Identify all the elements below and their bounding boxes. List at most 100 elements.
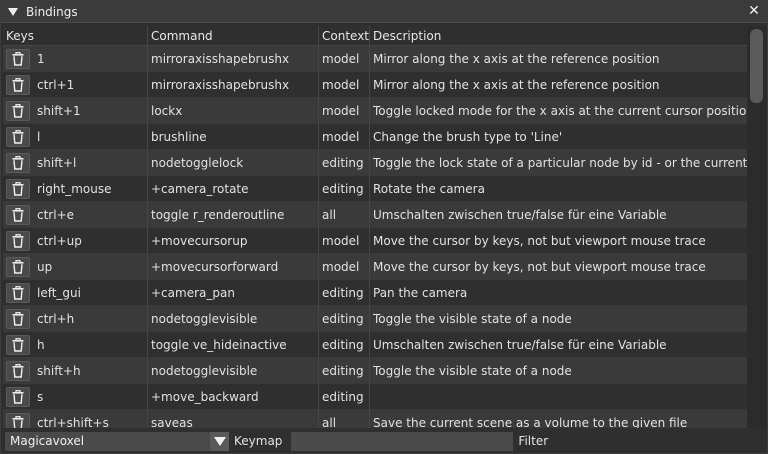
header-command[interactable]: Command xyxy=(148,26,319,46)
trash-icon xyxy=(12,181,24,196)
cell-context: all xyxy=(319,409,370,428)
cell-keys: left_gui xyxy=(3,279,148,306)
triangle-down-icon xyxy=(213,436,226,446)
keys-value: l xyxy=(37,129,41,144)
trash-icon xyxy=(12,51,24,66)
delete-binding-button[interactable] xyxy=(6,74,30,95)
trash-icon xyxy=(12,389,24,404)
trash-icon xyxy=(12,129,24,144)
cell-command: brushline xyxy=(148,123,319,150)
table-row[interactable]: s +move_backward editing xyxy=(3,383,747,410)
keys-value: 1 xyxy=(37,51,45,66)
trash-icon xyxy=(12,233,24,248)
cell-command: +camera_rotate xyxy=(148,175,319,202)
cell-description: Pan the camera xyxy=(373,285,468,300)
table-row[interactable]: l brushline model Change the brush type to … xyxy=(3,123,747,150)
keymap-selected-value: Magicavoxel xyxy=(10,434,85,448)
keys-value: shift+h xyxy=(37,363,81,378)
window-title: Bindings xyxy=(26,4,78,19)
delete-binding-button[interactable] xyxy=(6,152,30,173)
cell-keys: up xyxy=(3,253,148,280)
collapse-triangle-icon[interactable] xyxy=(8,7,18,16)
delete-binding-button[interactable] xyxy=(6,386,30,407)
table-row[interactable]: ctrl+up +movecursorup model Move the cursor… xyxy=(3,227,747,254)
cell-keys: h xyxy=(3,331,148,358)
cell-keys: ctrl+shift+s xyxy=(3,409,148,428)
delete-binding-button[interactable] xyxy=(6,126,30,147)
trash-icon xyxy=(12,259,24,274)
delete-binding-button[interactable] xyxy=(6,178,30,199)
cell-description xyxy=(370,384,747,410)
table-row[interactable]: shift+1 lockx model Toggle locked mode for … xyxy=(3,97,747,124)
table-row[interactable]: 1 mirroraxisshapebrushx model Mirror along … xyxy=(3,45,747,72)
keys-value: ctrl+h xyxy=(37,311,75,326)
trash-icon xyxy=(12,311,24,326)
table-row[interactable]: left_gui +camera_pan editing Pan the camera xyxy=(3,279,747,306)
cell-command: saveas xyxy=(148,409,319,428)
cell-keys: shift+h xyxy=(3,357,148,384)
header-description[interactable]: Description xyxy=(370,26,747,46)
trash-icon xyxy=(12,363,24,378)
table-row[interactable]: shift+l nodetogglelock editing Toggle the l… xyxy=(3,149,747,176)
cell-context: all xyxy=(319,201,370,228)
keys-value: up xyxy=(37,259,53,274)
scrollbar-thumb[interactable] xyxy=(750,29,763,103)
cell-description: Toggle locked mode for the x axis at the… xyxy=(373,103,747,118)
cell-command: +movecursorforward xyxy=(148,253,319,280)
cell-command: +movecursorup xyxy=(148,227,319,254)
keymap-label: Keymap xyxy=(234,434,283,448)
cell-command: nodetogglelock xyxy=(148,149,319,176)
window-titlebar[interactable]: Bindings ✕ xyxy=(1,1,767,23)
cell-context: editing xyxy=(319,279,370,306)
cell-keys: ctrl+1 xyxy=(3,71,148,98)
cell-context: editing xyxy=(319,305,370,332)
keys-value: left_gui xyxy=(37,285,81,300)
delete-binding-button[interactable] xyxy=(6,412,30,428)
close-icon[interactable]: ✕ xyxy=(747,4,761,18)
keys-value: shift+1 xyxy=(37,103,81,118)
keymap-dropdown[interactable]: Magicavoxel xyxy=(5,431,229,451)
table-row[interactable]: h toggle ve_hideinactive editing Umschalten… xyxy=(3,331,747,358)
cell-context: model xyxy=(319,227,370,254)
delete-binding-button[interactable] xyxy=(6,48,30,69)
cell-description: Toggle the visible state of a node xyxy=(373,311,572,326)
table-scrollbar[interactable] xyxy=(747,26,767,428)
table-row[interactable]: ctrl+1 mirroraxisshapebrushx model Mirror a… xyxy=(3,71,747,98)
table-row[interactable]: shift+h nodetogglevisible editing Toggle th… xyxy=(3,357,747,384)
cell-description: Save the current scene as a volume to th… xyxy=(373,415,688,429)
cell-description: Move the cursor by keys, not but viewpor… xyxy=(373,233,706,248)
header-keys[interactable]: Keys xyxy=(3,26,148,46)
cell-context: editing xyxy=(319,383,370,410)
cell-keys: s xyxy=(3,383,148,410)
trash-icon xyxy=(12,285,24,300)
delete-binding-button[interactable] xyxy=(6,100,30,121)
dropdown-button[interactable] xyxy=(210,431,229,451)
delete-binding-button[interactable] xyxy=(6,308,30,329)
cell-command: mirroraxisshapebrushx xyxy=(148,71,319,98)
delete-binding-button[interactable] xyxy=(6,360,30,381)
delete-binding-button[interactable] xyxy=(6,204,30,225)
keys-value: h xyxy=(37,337,45,352)
table-header: Keys Command Context Description xyxy=(3,26,747,46)
table-row[interactable]: ctrl+shift+s saveas all Save the current sc… xyxy=(3,409,747,429)
table-row[interactable]: up +movecursorforward model Move the cursor… xyxy=(3,253,747,280)
table-row[interactable]: right_mouse +camera_rotate editing Rotate t… xyxy=(3,175,747,202)
delete-binding-button[interactable] xyxy=(6,282,30,303)
table-row[interactable]: ctrl+e toggle r_renderoutline all Umschalte… xyxy=(3,201,747,228)
delete-binding-button[interactable] xyxy=(6,256,30,277)
keys-value: s xyxy=(37,389,44,404)
trash-icon xyxy=(12,415,24,428)
cell-context: editing xyxy=(319,357,370,384)
filter-input[interactable] xyxy=(291,431,514,451)
cell-description: Mirror along the x axis at the reference… xyxy=(373,77,660,92)
cell-keys: 1 xyxy=(3,45,148,72)
header-context[interactable]: Context xyxy=(319,26,370,46)
delete-binding-button[interactable] xyxy=(6,230,30,251)
table-row[interactable]: ctrl+h nodetogglevisible editing Toggle the… xyxy=(3,305,747,332)
cell-context: editing xyxy=(319,331,370,358)
trash-icon xyxy=(12,337,24,352)
delete-binding-button[interactable] xyxy=(6,334,30,355)
cell-description: Toggle the visible state of a node xyxy=(373,363,572,378)
cell-command: +camera_pan xyxy=(148,279,319,306)
cell-description: Mirror along the x axis at the reference… xyxy=(373,51,660,66)
